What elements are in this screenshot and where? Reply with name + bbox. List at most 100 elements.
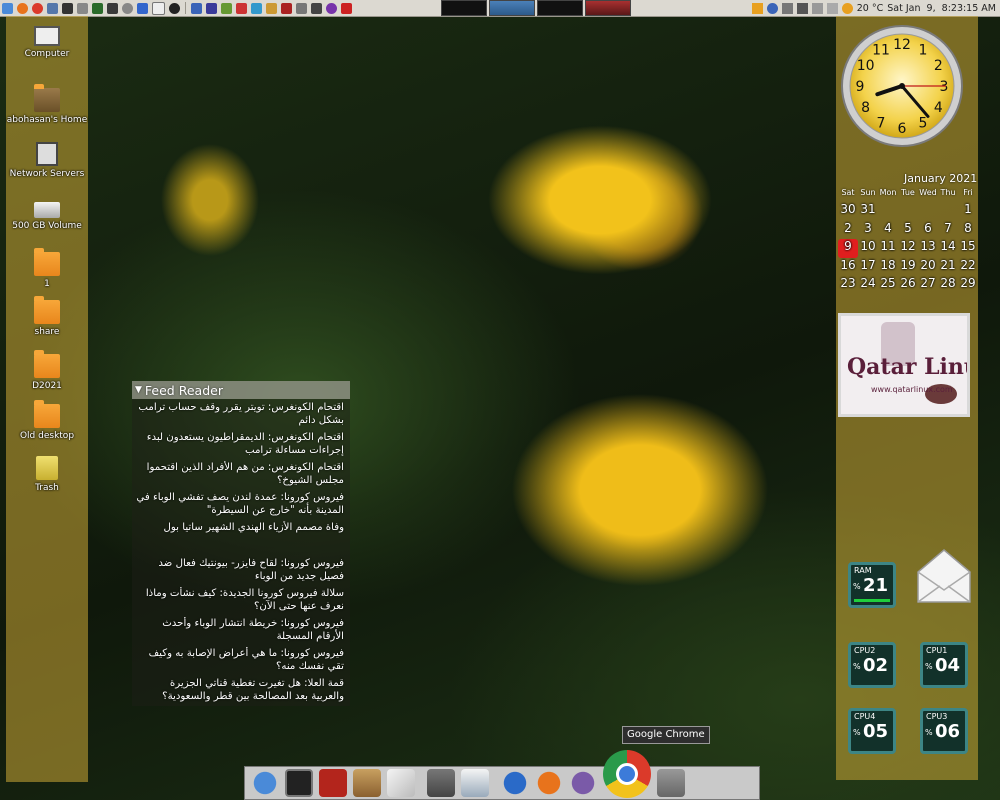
- feed-item[interactable]: اقتحام الكونغرس: من هم الأفراد الذين اقت…: [132, 461, 350, 489]
- desktop-icon-share[interactable]: share: [6, 296, 88, 338]
- calendar-day[interactable]: 2: [838, 221, 858, 240]
- keyboard-layout-icon[interactable]: [751, 2, 763, 14]
- feed-item[interactable]: فيروس كورونا: عمدة لندن يصف تفشي الوباء …: [132, 491, 350, 519]
- taskbar-window-1[interactable]: [441, 0, 487, 16]
- disk-launcher-icon[interactable]: [122, 2, 133, 14]
- calendar-day[interactable]: 20: [918, 258, 938, 277]
- clock-readout[interactable]: Sat Jan 9, 8:23:15 AM: [887, 3, 996, 14]
- feed-reader-header[interactable]: ▼ Feed Reader: [132, 381, 350, 399]
- taskbar-window-3[interactable]: [537, 0, 583, 16]
- calendar-day[interactable]: 8: [958, 221, 978, 240]
- calendar-day[interactable]: 16: [838, 258, 858, 277]
- calendar-day[interactable]: 18: [878, 258, 898, 277]
- mail-launcher-icon[interactable]: [236, 2, 247, 14]
- feed-item[interactable]: سلالة فيروس كورونا الجديدة: كيف نشأت وما…: [132, 587, 350, 615]
- accessibility-icon[interactable]: [251, 769, 279, 797]
- document-viewer-icon[interactable]: [461, 769, 489, 797]
- network-launcher-icon[interactable]: [191, 2, 202, 14]
- network-icon[interactable]: [781, 2, 793, 14]
- calendar-day[interactable]: 14: [938, 239, 958, 258]
- taskbar-window-4[interactable]: [585, 0, 631, 16]
- archive-icon[interactable]: [657, 769, 685, 797]
- calendar-day[interactable]: 21: [938, 258, 958, 277]
- temperature-readout[interactable]: 20 °C: [857, 3, 884, 14]
- weather-icon[interactable]: [841, 2, 853, 14]
- media-launcher-icon[interactable]: [281, 2, 292, 14]
- collapse-triangle-icon[interactable]: ▼: [135, 385, 142, 395]
- document-launcher-icon[interactable]: [152, 1, 165, 15]
- update-icon[interactable]: [826, 2, 838, 14]
- calendar-day[interactable]: 15: [958, 239, 978, 258]
- chrome-launcher-icon[interactable]: [32, 2, 43, 14]
- battery-icon[interactable]: [811, 2, 823, 14]
- calendar-day[interactable]: 17: [858, 258, 878, 277]
- feed-item[interactable]: اقتحام الكونغرس: الديمقراطيون يستعدون لب…: [132, 431, 350, 459]
- calendar-day[interactable]: 3: [858, 221, 878, 240]
- feed-item[interactable]: قمة العلا: هل تغيرت تغطية قناتي الجزيرة …: [132, 677, 350, 705]
- calendar-day[interactable]: 13: [918, 239, 938, 258]
- chrome-icon[interactable]: [603, 750, 651, 798]
- calculator-launcher-icon[interactable]: [296, 2, 307, 14]
- package-manager-icon[interactable]: [353, 769, 381, 797]
- calendar-day[interactable]: 23: [838, 276, 858, 295]
- calendar-day[interactable]: 22: [958, 258, 978, 277]
- monitor-launcher-icon[interactable]: [92, 2, 103, 14]
- menu-icon[interactable]: [2, 2, 13, 14]
- calendar-day[interactable]: 4: [878, 221, 898, 240]
- volume-icon[interactable]: [796, 2, 808, 14]
- calendar-day[interactable]: 24: [858, 276, 878, 295]
- desktop-icon-home[interactable]: abohasan's Home: [6, 84, 88, 126]
- filezilla-icon[interactable]: [319, 769, 347, 797]
- globe-icon[interactable]: [766, 2, 778, 14]
- taskbar-window-2[interactable]: [489, 0, 535, 16]
- desktop-icon-folder-1[interactable]: 1: [6, 248, 88, 290]
- calendar-day-today[interactable]: 9: [838, 239, 858, 258]
- desktop-icon-computer[interactable]: Computer: [6, 26, 88, 60]
- calendar-day[interactable]: 27: [918, 276, 938, 295]
- calendar-day[interactable]: 26: [898, 276, 918, 295]
- camera-launcher-icon[interactable]: [169, 2, 180, 14]
- calendar-day[interactable]: 19: [898, 258, 918, 277]
- window-launcher-icon[interactable]: [107, 2, 118, 14]
- browser-launcher-icon[interactable]: [137, 2, 148, 14]
- calendar-day[interactable]: 7: [938, 221, 958, 240]
- settings-launcher-icon[interactable]: [77, 2, 88, 14]
- feed-item[interactable]: فيروس كورونا: خريطة انتشار الوباء وأحدث …: [132, 617, 350, 645]
- calendar-day[interactable]: 31: [858, 202, 878, 221]
- files-launcher-icon[interactable]: [47, 2, 58, 14]
- player-launcher-icon[interactable]: [326, 2, 337, 14]
- calendar-day[interactable]: 1: [958, 202, 978, 221]
- calendar-day[interactable]: 30: [838, 202, 858, 221]
- chat-launcher-icon[interactable]: [251, 2, 262, 14]
- feed-item[interactable]: اقتحام الكونغرس: تويتر يقرر وقف حساب ترا…: [132, 401, 350, 429]
- feed-item[interactable]: فيروس كورونا: ما هي أعراض الإصابة به وكي…: [132, 647, 350, 675]
- calendar-day[interactable]: 28: [938, 276, 958, 295]
- calendar-day[interactable]: 5: [898, 221, 918, 240]
- tools-launcher-icon[interactable]: [221, 2, 232, 14]
- terminal-launcher-icon[interactable]: [62, 2, 73, 14]
- desktop-icon-volume[interactable]: 500 GB Volume: [6, 196, 88, 232]
- calendar-day[interactable]: 11: [878, 239, 898, 258]
- feed-item[interactable]: فيروس كورونا: لقاح فايزر- بيونتيك فعال ض…: [132, 557, 350, 585]
- terminal-icon[interactable]: [285, 769, 313, 797]
- screenshot-launcher-icon[interactable]: [311, 2, 322, 14]
- thunderbird-icon[interactable]: [501, 769, 529, 797]
- text-editor-icon[interactable]: [387, 769, 415, 797]
- calendar-day[interactable]: 29: [958, 276, 978, 295]
- archive-launcher-icon[interactable]: [266, 2, 277, 14]
- desktop-icon-d2021[interactable]: D2021: [6, 350, 88, 392]
- calendar-day[interactable]: 10: [858, 239, 878, 258]
- desktop-icon-trash[interactable]: Trash: [6, 456, 88, 494]
- gimp-icon[interactable]: [427, 769, 455, 797]
- calendar-day[interactable]: 25: [878, 276, 898, 295]
- virtualbox-launcher-icon[interactable]: [206, 2, 217, 14]
- feed-item[interactable]: وفاة مصمم الأزياء الهندي الشهير ساتيا بو…: [132, 521, 350, 555]
- pidgin-icon[interactable]: [569, 769, 597, 797]
- close-launcher-icon[interactable]: [341, 2, 352, 14]
- mail-notifier-icon[interactable]: [914, 546, 974, 606]
- firefox-launcher-icon[interactable]: [17, 2, 28, 14]
- firefox-icon[interactable]: [535, 769, 563, 797]
- desktop-icon-network-servers[interactable]: Network Servers: [6, 142, 88, 180]
- calendar-day[interactable]: 12: [898, 239, 918, 258]
- calendar-day[interactable]: 6: [918, 221, 938, 240]
